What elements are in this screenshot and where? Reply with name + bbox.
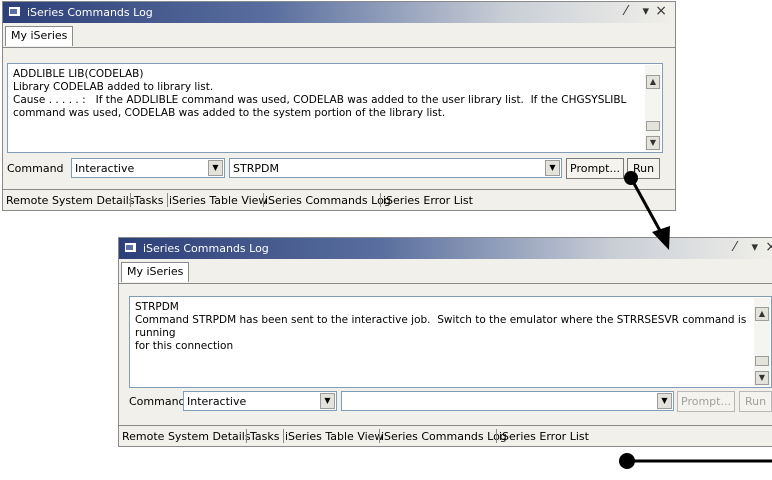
callout-arrow-line: [629, 177, 666, 239]
callout-arrows: [619, 171, 772, 469]
callout-arrowhead-icon: [652, 226, 670, 250]
